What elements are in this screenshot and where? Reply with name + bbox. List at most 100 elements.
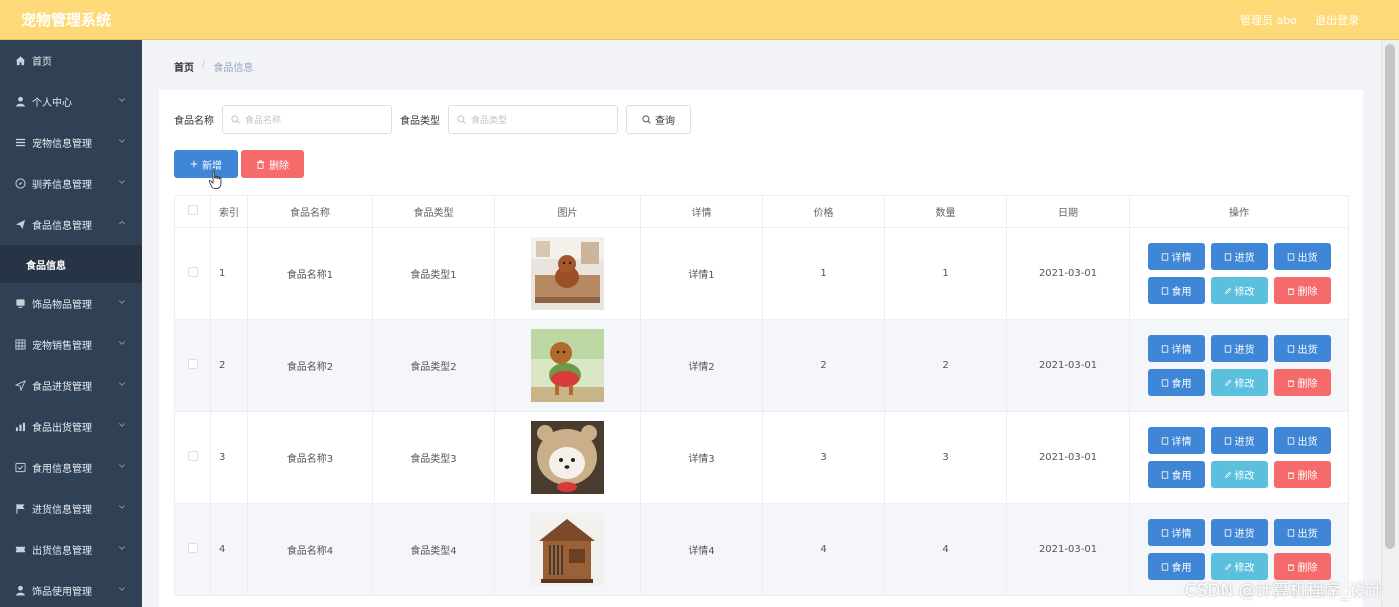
edit-button-label: 修改: [1234, 471, 1255, 482]
consume-button[interactable]: 食用: [1147, 461, 1205, 488]
food-name-placeholder: 食品名称: [245, 116, 282, 126]
food-type-input[interactable]: 食品类型: [448, 105, 618, 134]
delete-button[interactable]: 删除: [1273, 277, 1331, 304]
edit-button[interactable]: 修改: [1210, 277, 1268, 304]
sidebar-item-label: 饰品使用管理: [32, 587, 92, 598]
stock-out-button[interactable]: 出货: [1273, 519, 1331, 546]
row-select[interactable]: [174, 319, 211, 412]
row-checkbox[interactable]: [187, 359, 198, 369]
query-button[interactable]: 查询: [626, 105, 691, 134]
pencil-icon: [1224, 471, 1231, 478]
food-image-dog-room: [531, 237, 604, 310]
current-user: 管理员 abo: [1240, 14, 1297, 27]
content-panel: 食品名称 食品名称 食品类型 食品类型 查询 新增 删除 索引 食品名称 食品类…: [159, 90, 1363, 607]
search-bar: 食品名称 食品名称 食品类型 食品类型 查询: [174, 105, 691, 134]
stock-in-button[interactable]: 进货: [1210, 335, 1268, 362]
row-checkbox[interactable]: [187, 543, 198, 553]
select-all-checkbox[interactable]: [187, 205, 198, 215]
cell-price: 1: [762, 227, 885, 320]
cell-index: 1: [210, 227, 248, 320]
sidebar-item-home[interactable]: 首页: [0, 40, 142, 81]
edit-button-label: 修改: [1234, 563, 1255, 574]
consume-button[interactable]: 食用: [1147, 369, 1205, 396]
sidebar-subitem-food-info[interactable]: 食品信息: [0, 245, 142, 283]
sidebar-item-consumption[interactable]: 食用信息管理: [0, 447, 142, 488]
cell-image: [494, 227, 641, 320]
sidebar-item-training[interactable]: 驯养信息管理: [0, 163, 142, 204]
table-row[interactable]: 3 食品名称3 食品类型3 详情3 3 3 2021-03-01 详情 进货 出…: [174, 411, 1349, 504]
stock-out-button[interactable]: 出货: [1273, 243, 1331, 270]
delete-button[interactable]: 删除: [1273, 369, 1331, 396]
table-row[interactable]: 1 食品名称1 食品类型1 详情1 1 1 2021-03-01 详情 进货 出…: [174, 227, 1349, 320]
detail-button[interactable]: 详情: [1147, 427, 1205, 454]
detail-button[interactable]: 详情: [1147, 335, 1205, 362]
stock-out-button[interactable]: 出货: [1273, 427, 1331, 454]
row-checkbox[interactable]: [187, 267, 198, 277]
column-header: 食品类型: [372, 195, 495, 228]
scrollbar-thumb[interactable]: [1385, 44, 1395, 549]
sidebar-item-food-info[interactable]: 食品信息管理: [0, 204, 142, 245]
document-icon: [1161, 528, 1168, 537]
top-bar: 宠物管理系统 管理员 abo 退出登录: [0, 0, 1399, 40]
cell-food-type: 食品类型2: [372, 319, 495, 412]
sidebar-item-food-stock-out[interactable]: 食品出货管理: [0, 406, 142, 447]
batch-delete-button[interactable]: 删除: [241, 150, 304, 178]
flag-icon: [14, 503, 26, 515]
sidebar-item-label: 食用信息管理: [32, 464, 92, 475]
detail-button[interactable]: 详情: [1147, 519, 1205, 546]
sidebar-item-pet-sales[interactable]: 宠物销售管理: [0, 324, 142, 365]
delete-button-label: 删除: [1297, 287, 1318, 298]
search-icon: [231, 115, 240, 124]
chevron-down-icon: [118, 505, 126, 509]
table-row[interactable]: 4 食品名称4 食品类型4 详情4 4 4 2021-03-01 详情 进货 出…: [174, 503, 1349, 596]
list-icon: [14, 137, 26, 149]
table-row[interactable]: 2 食品名称2 食品类型2 详情2 2 2 2021-03-01 详情 进货 出…: [174, 319, 1349, 412]
row-select[interactable]: [174, 411, 211, 504]
header-select-all[interactable]: [174, 195, 211, 228]
cell-operations: 详情 进货 出货 食用 修改 删除: [1129, 411, 1349, 504]
hand-cursor-icon: [208, 170, 222, 189]
detail-button-label: 详情: [1171, 437, 1192, 448]
add-button[interactable]: 新增: [174, 150, 238, 178]
edit-button[interactable]: 修改: [1210, 369, 1268, 396]
row-select[interactable]: [174, 227, 211, 320]
trash-icon: [256, 159, 265, 169]
sidebar-item-profile[interactable]: 个人中心: [0, 81, 142, 122]
sidebar-item-accessory-usage[interactable]: 饰品使用管理: [0, 570, 142, 607]
chevron-down-icon: [118, 423, 126, 427]
delete-button[interactable]: 删除: [1273, 461, 1331, 488]
consume-button[interactable]: 食用: [1147, 277, 1205, 304]
row-checkbox[interactable]: [187, 451, 198, 461]
chevron-down-icon: [118, 546, 126, 550]
sidebar-item-food-stock-in[interactable]: 食品进货管理: [0, 365, 142, 406]
column-header: 食品名称: [247, 195, 373, 228]
stock-in-button[interactable]: 进货: [1210, 243, 1268, 270]
stock-in-button[interactable]: 进货: [1210, 427, 1268, 454]
chevron-down-icon: [118, 98, 126, 102]
sidebar-item-stock-in-info[interactable]: 进货信息管理: [0, 488, 142, 529]
watermark-text: CSDN @计算机程序_设计: [1184, 581, 1383, 601]
cell-operations: 详情 进货 出货 食用 修改 删除: [1129, 227, 1349, 320]
sidebar-item-accessories[interactable]: 饰品物品管理: [0, 283, 142, 324]
stock-in-button[interactable]: 进货: [1210, 519, 1268, 546]
stock-out-button-label: 出货: [1297, 437, 1318, 448]
document-icon: [1224, 436, 1231, 445]
cell-food-type: 食品类型4: [372, 503, 495, 596]
food-image-dog-sweater: [531, 329, 604, 402]
column-header: 操作: [1129, 195, 1349, 228]
consume-button-label: 食用: [1171, 471, 1192, 482]
logout-link[interactable]: 退出登录: [1315, 12, 1359, 28]
stock-out-button[interactable]: 出货: [1273, 335, 1331, 362]
breadcrumb-home[interactable]: 首页: [174, 59, 194, 74]
row-select[interactable]: [174, 503, 211, 596]
sidebar-item-pet-info[interactable]: 宠物信息管理: [0, 122, 142, 163]
sidebar-item-stock-out-info[interactable]: 出货信息管理: [0, 529, 142, 570]
cell-quantity: 2: [884, 319, 1007, 412]
food-name-input[interactable]: 食品名称: [222, 105, 392, 134]
detail-button-label: 详情: [1171, 529, 1192, 540]
vertical-scrollbar[interactable]: [1381, 40, 1399, 607]
chevron-down-icon: [118, 464, 126, 468]
column-header: 数量: [884, 195, 1007, 228]
edit-button[interactable]: 修改: [1210, 461, 1268, 488]
detail-button[interactable]: 详情: [1147, 243, 1205, 270]
